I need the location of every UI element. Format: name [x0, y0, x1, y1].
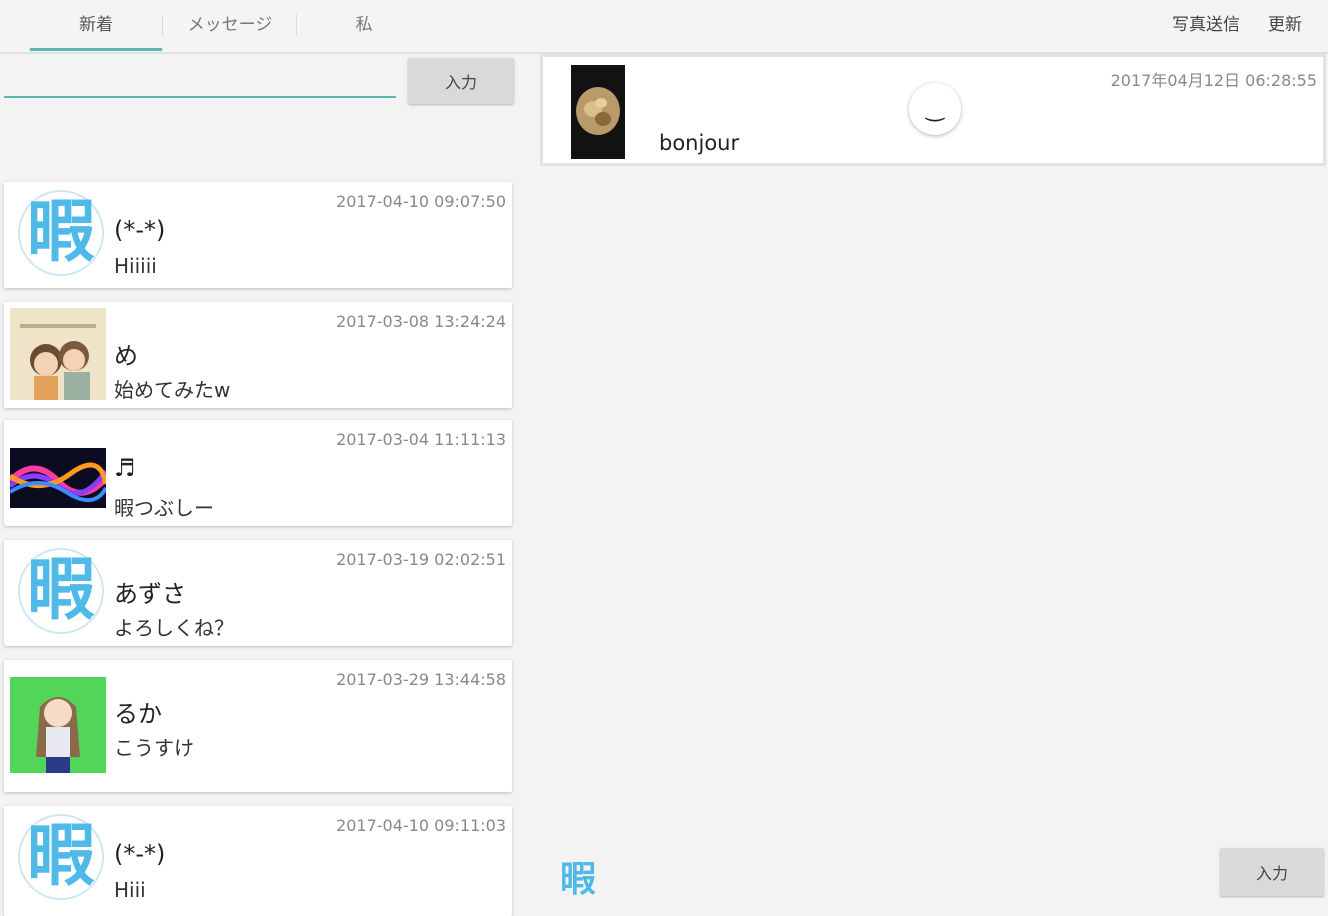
item-message: こうすけ: [114, 736, 194, 760]
list-item[interactable]: 2017-03-08 13:24:24 め 始めてみたw: [4, 302, 512, 408]
tab-messages[interactable]: メッセージ: [164, 0, 296, 52]
item-username: あずさ: [114, 580, 186, 608]
active-tab-indicator: [30, 48, 162, 51]
item-message: 始めてみたw: [114, 378, 231, 402]
item-message: 暇つぶしー: [114, 496, 214, 520]
food-photo-thumbnail[interactable]: [571, 65, 625, 159]
list-item[interactable]: 暇 2017-04-10 09:07:50 (*-*) Hiiiii: [4, 182, 512, 288]
item-username: (*-*): [114, 216, 166, 244]
anime-girl-avatar-icon: [10, 677, 106, 773]
item-timestamp: 2017-03-19 02:02:51: [336, 550, 506, 569]
item-timestamp: 2017-03-29 13:44:58: [336, 670, 506, 689]
refresh-button[interactable]: 更新: [1268, 0, 1302, 52]
colorful-wave-avatar-icon: [10, 426, 106, 518]
reaction-button[interactable]: ‿: [909, 83, 961, 135]
item-timestamp: 2017-03-04 11:11:13: [336, 430, 506, 449]
input-submit-button[interactable]: 入力: [408, 58, 514, 104]
item-timestamp: 2017-03-08 13:24:24: [336, 312, 506, 331]
item-message: Hiii: [114, 878, 146, 902]
list-item[interactable]: 2017-03-29 13:44:58 るか こうすけ: [4, 660, 512, 792]
hima-logo-avatar-icon: 暇: [18, 190, 104, 276]
tab-divider: [296, 14, 297, 36]
item-timestamp: 2017-04-10 09:07:50: [336, 192, 506, 211]
item-timestamp: 2017-04-10 09:11:03: [336, 816, 506, 835]
item-username: め: [114, 342, 138, 370]
item-message: よろしくね？: [114, 616, 234, 640]
item-username: (*-*): [114, 840, 166, 868]
item-username: るか: [114, 700, 162, 728]
hima-logo-icon[interactable]: 暇: [560, 850, 596, 902]
list-item[interactable]: 2017-03-04 11:11:13 ♬ 暇つぶしー: [4, 420, 512, 526]
hima-logo-avatar-icon: 暇: [18, 814, 104, 900]
hima-logo-avatar-icon: 暇: [18, 548, 104, 634]
tab-new[interactable]: 新着: [30, 0, 162, 52]
message-input[interactable]: [4, 62, 396, 98]
post-timestamp: 2017年04月12日 06:28:55: [1110, 71, 1317, 90]
photo-send-button[interactable]: 写真送信: [1172, 0, 1240, 52]
tab-divider: [162, 14, 163, 36]
tab-me[interactable]: 私: [298, 0, 430, 52]
post-card[interactable]: 2017年04月12日 06:28:55 bonjour ‿: [540, 54, 1326, 166]
list-item[interactable]: 暇 2017-03-19 02:02:51 あずさ よろしくね？: [4, 540, 512, 646]
post-text: bonjour: [659, 131, 740, 155]
item-username: ♬: [114, 454, 136, 482]
top-tab-bar: 新着 メッセージ 私 写真送信 更新: [0, 0, 1328, 54]
reply-input-button[interactable]: 入力: [1220, 848, 1324, 896]
anime-couple-avatar-icon: [10, 308, 106, 400]
item-message: Hiiiii: [114, 254, 157, 278]
